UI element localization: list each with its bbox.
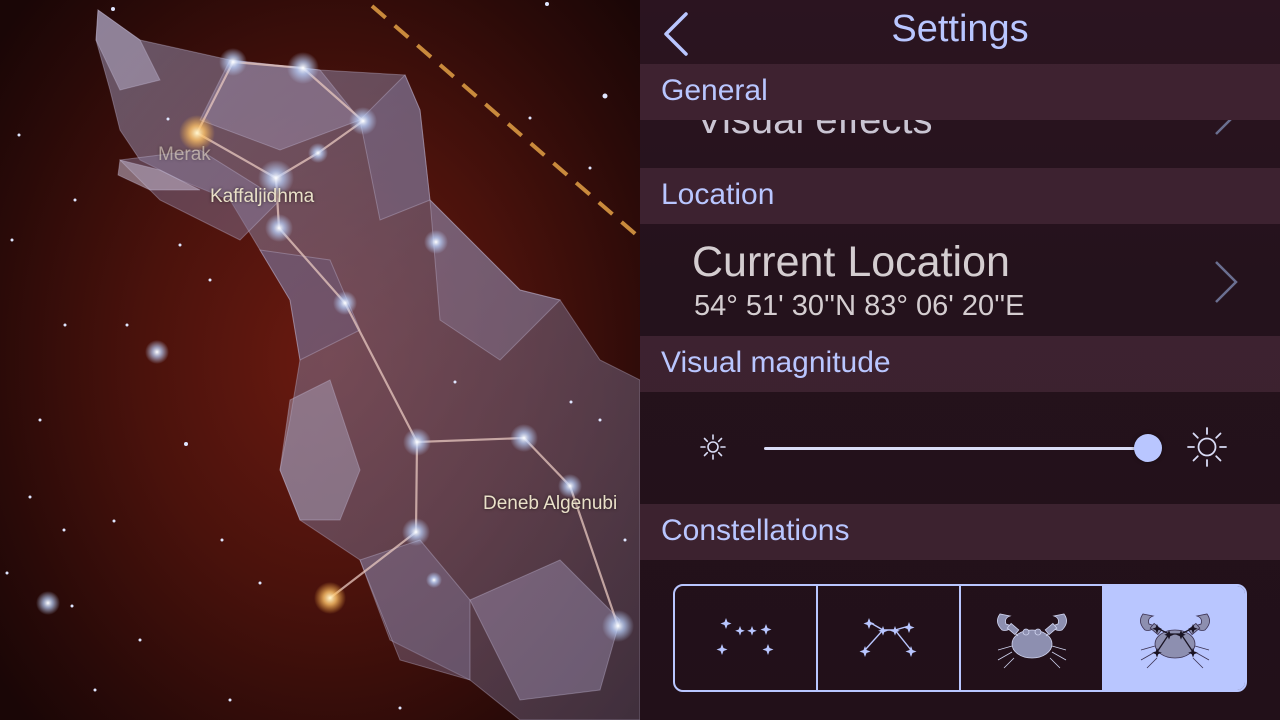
crab-figure-lines-icon <box>1139 613 1210 669</box>
constellation-option-figure[interactable] <box>961 586 1104 690</box>
constellation-option-figure-lines[interactable] <box>1104 586 1245 690</box>
section-header-constellations: Constellations <box>640 504 1280 560</box>
magnitude-slider-track[interactable] <box>764 447 1152 450</box>
star-label-merak: Merak <box>158 144 211 165</box>
constellations-row <box>640 560 1280 720</box>
visual-effects-label: Visual effects <box>696 120 933 142</box>
section-header-visual-magnitude: Visual magnitude <box>640 336 1280 392</box>
crab-figure-icon <box>996 613 1067 669</box>
section-header-location: Location <box>640 168 1280 224</box>
section-title-constellations: Constellations <box>661 514 850 547</box>
location-coords: 54° 51' 30''N 83° 06' 20''E <box>694 290 1025 322</box>
constellation-option-lines[interactable] <box>818 586 961 690</box>
star-label-kaffaljidhma: Kaffaljidhma <box>210 186 315 207</box>
magnitude-slider-thumb[interactable] <box>1134 434 1163 462</box>
section-header-general: General <box>640 64 1280 120</box>
section-title-location: Location <box>661 178 775 211</box>
stars-icon <box>716 618 773 655</box>
chevron-right-icon <box>1215 120 1232 135</box>
chevron-right-icon <box>1215 261 1238 303</box>
settings-panel: Settings Visual effects General Location… <box>640 0 1280 720</box>
magnitude-row <box>640 392 1280 504</box>
location-title: Current Location <box>692 238 1010 286</box>
current-location-row[interactable]: Current Location 54° 51' 30''N 83° 06' 2… <box>640 224 1280 336</box>
sun-small-icon <box>700 434 726 460</box>
sky-view[interactable]: Merak Kaffaljidhma Deneb Algenubi <box>0 0 640 720</box>
sky-canvas <box>5 2 640 720</box>
star-label-deneb-algenubi: Deneb Algenubi <box>483 493 618 514</box>
section-title-general: General <box>661 74 768 107</box>
section-title-visual-magnitude: Visual magnitude <box>661 346 891 379</box>
visual-effects-row[interactable]: Visual effects <box>640 120 1280 168</box>
page-title: Settings <box>891 8 1029 50</box>
constellation-mode-selector <box>673 584 1247 692</box>
settings-header: Settings <box>640 0 1280 64</box>
sun-large-icon <box>1187 427 1227 467</box>
constellation-option-stars[interactable] <box>675 586 818 690</box>
constellation-lines-icon <box>859 618 916 657</box>
